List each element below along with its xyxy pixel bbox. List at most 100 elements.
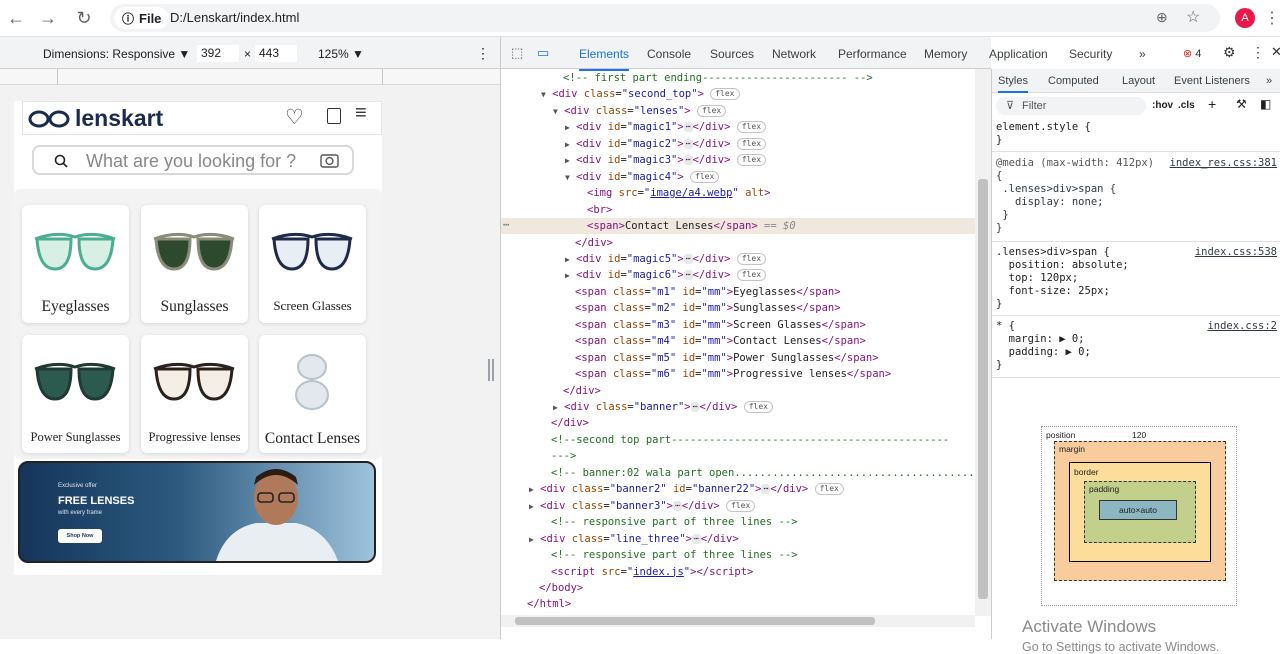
dom-node-line[interactable]: </html> [527,596,571,612]
error-counter[interactable]: ⊗ 4 [1183,47,1201,60]
logo-text[interactable]: lenskart [75,105,163,132]
dom-node-line[interactable]: ▶ <div id="magic1"> ⋯ </div> flex [565,119,767,135]
node-actions-icon[interactable]: ⋯ [503,217,509,233]
dom-node-line[interactable]: ▼ <div class="second_top"> flex [541,86,740,102]
camera-icon[interactable] [320,152,340,169]
bookmark-star-icon[interactable]: ☆ [1186,7,1200,27]
lenses-span-rule[interactable]: .lenses>div>span { position: absolute; t… [996,246,1129,311]
dom-node-line[interactable]: </div> [575,235,613,251]
dom-node-line[interactable]: ▶ <div class="banner"> ⋯ </div> flex [553,399,773,415]
dom-node-line[interactable]: <!-- responsive part of three lines --> [551,547,798,563]
dom-node-line[interactable]: <script src="index.js"></script> [551,564,753,580]
dom-node-line[interactable]: ▶ <div class="banner2" id="banner22"> ⋯ </… [529,481,844,497]
dom-node-line[interactable]: <span class="m4" id="mm">Contact Lenses<… [575,333,866,349]
dom-node-line[interactable]: <span class="m2" id="mm">Sunglasses</spa… [575,300,841,316]
address-bar[interactable]: ⓘ File D:/Lenskart/index.html ⊕ ☆ [110,4,1220,32]
menu-kebab-icon[interactable]: ⋮ [1264,8,1280,28]
category-card[interactable]: Sunglasses [141,205,248,323]
elements-h-scrollbar[interactable] [501,615,975,627]
devtools-tab[interactable]: Console [647,47,691,61]
devtools-tab[interactable]: Sources [710,47,754,61]
tabs-overflow-icon[interactable]: » [1139,47,1146,61]
content-box[interactable]: auto×auto [1099,500,1177,520]
dimensions-dropdown[interactable]: Dimensions: Responsive ▼ [43,47,190,61]
dom-node-line[interactable]: <!-- first part ending------------------… [563,70,873,86]
styles-subtab[interactable]: Styles [998,75,1028,93]
category-card[interactable]: Progressive lenses [141,335,248,453]
position-top-value[interactable]: 120 [1132,430,1146,440]
devtools-tab[interactable]: Elements [579,47,630,71]
dom-node-line[interactable]: ▼ <div class="lenses"> flex [553,103,727,119]
cart-bag-icon[interactable] [327,108,341,124]
width-input[interactable]: 392 [197,45,239,62]
paint-brush-icon[interactable]: ⚒ [1236,97,1247,111]
search-bar[interactable]: What are you looking for ? [32,145,354,175]
close-devtools-icon[interactable]: ✕ [1271,44,1280,60]
viewport-resize-handle[interactable] [488,359,494,381]
dom-node-line[interactable]: ▶ <div class="banner3"> ⋯ </div> flex [529,498,756,514]
rule3-source-link[interactable]: index.css:2 [1207,320,1277,332]
styles-subtab[interactable]: Layout [1122,75,1155,87]
styles-subtab[interactable]: Computed [1048,75,1099,87]
devtools-tab[interactable]: Memory [924,47,967,61]
reload-icon[interactable]: ↻ [72,6,96,30]
styles-subtab[interactable]: Event Listeners [1174,75,1250,87]
dom-node-line[interactable]: ---> [551,448,576,464]
element-style-rule[interactable]: element.style { } [996,121,1091,147]
dom-node-line[interactable]: <img src="image/a4.webp" alt> [587,185,770,201]
dom-node-line[interactable]: <!--second top part---------------------… [551,432,949,448]
profile-avatar[interactable]: A [1235,8,1255,28]
dom-node-line[interactable]: ▶ <div id="magic6"> ⋯ </div> flex [565,267,767,283]
inspect-element-icon[interactable]: ⬚ [511,45,523,61]
zoom-dropdown[interactable]: 125% ▼ [318,47,364,61]
devtools-tab[interactable]: Application [989,47,1048,61]
universal-rule[interactable]: * { margin: ▶ 0; padding: ▶ 0; } [996,320,1091,372]
rule2-source-link[interactable]: index.css:538 [1195,246,1277,258]
dom-node-line[interactable]: </div> [551,415,589,431]
elements-scrollbar[interactable] [975,69,991,616]
zoom-icon[interactable]: ⊕ [1156,9,1168,26]
promo-banner[interactable]: Exclusive offer FREE LENSES with every f… [18,461,376,563]
dom-node-line[interactable]: <span class="m5" id="mm">Power Sunglasse… [575,350,879,366]
hov-toggle[interactable]: :hov [1152,100,1173,111]
forward-icon[interactable]: → [36,6,60,30]
device-toggle-icon[interactable]: ▭ [537,45,549,61]
new-rule-icon[interactable]: + [1208,96,1216,112]
devtools-tab[interactable]: Network [772,47,816,61]
dom-node-line[interactable]: <!-- responsive part of three lines --> [551,514,798,530]
dom-node-line[interactable]: ▶ <div class="line_three"> ⋯ </div> [529,531,739,547]
hamburger-menu-icon[interactable]: ≡ [355,102,367,125]
margin-box[interactable]: margin border padding auto×auto [1054,441,1226,581]
search-input[interactable]: What are you looking for ? [86,151,296,172]
category-card[interactable]: Screen Glasses [259,205,366,323]
dom-node-line[interactable]: <span class="m1" id="mm">Eyeglasses</spa… [575,284,841,300]
settings-gear-icon[interactable]: ⚙ [1223,44,1236,61]
category-card[interactable]: Eyeglasses [22,205,129,323]
devtools-menu-icon[interactable]: ⋮ [1251,44,1265,61]
dom-node-line[interactable]: ▶ <div id="magic5"> ⋯ </div> flex [565,251,767,267]
back-icon[interactable]: ← [4,6,28,30]
category-card[interactable]: Power Sunglasses [22,335,129,453]
dom-node-line[interactable]: <!-- banner:02 wala part open...........… [551,465,975,481]
styles-overflow-icon[interactable]: » [1266,75,1272,87]
height-input[interactable]: 443 [255,45,297,62]
dom-node-line[interactable]: ▶ <div id="magic3"> ⋯ </div> flex [565,152,767,168]
dom-node-line[interactable]: ▶ <div id="magic2"> ⋯ </div> flex [565,136,767,152]
wishlist-heart-icon[interactable]: ♡ [285,105,304,130]
dom-node-line[interactable]: </div> [563,383,601,399]
site-info-chip[interactable]: ⓘ File [114,7,170,29]
dom-node-line[interactable]: </body> [539,580,583,596]
devtools-tab[interactable]: Security [1069,47,1112,61]
media-rule-source-link[interactable]: index_res.css:381 [1170,157,1277,169]
sidebar-toggle-icon[interactable]: ◧ [1260,97,1271,111]
filter-input[interactable]: ⊽ Filter [996,97,1146,115]
cls-toggle[interactable]: .cls [1178,100,1195,111]
padding-box[interactable]: padding auto×auto [1084,481,1196,543]
more-options-icon[interactable]: ⋮ [476,45,490,62]
dom-node-line[interactable]: <span class="m3" id="mm">Screen Glasses<… [575,317,866,333]
devtools-tab[interactable]: Performance [838,47,907,61]
dom-node-line[interactable]: ▼ <div id="magic4"> flex [565,169,720,185]
dom-node-line[interactable]: <span class="m6" id="mm">Progressive len… [575,366,891,382]
category-card[interactable]: Contact Lenses [259,335,366,453]
url-text[interactable]: D:/Lenskart/index.html [170,10,299,25]
